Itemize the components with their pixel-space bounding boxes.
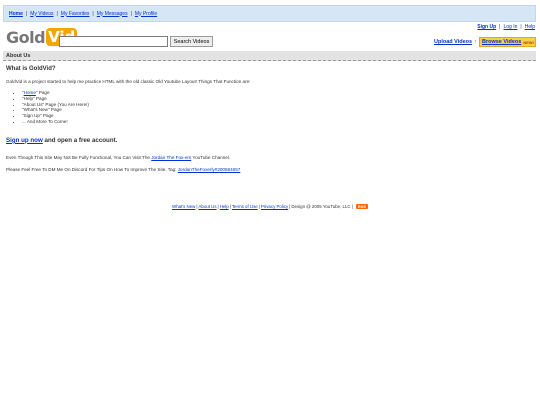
footer-help-link[interactable]: Help	[220, 204, 229, 209]
home-page-link[interactable]: Home	[24, 90, 36, 95]
top-nav-bar: Home | My Videos | My Favorites | My Mes…	[3, 5, 536, 22]
footer-separator: |	[229, 204, 231, 209]
browse-videos-button[interactable]: Browse Videos NEW!	[479, 37, 536, 47]
footer-separator: |	[196, 204, 198, 209]
footer-separator: |	[258, 204, 260, 209]
discord-text-before: Please Feel Free To DM Me On Discord For…	[6, 166, 178, 172]
footer-separator: |	[217, 204, 219, 209]
sign-up-link[interactable]: Sign Up	[477, 24, 496, 30]
upload-videos-link[interactable]: Upload Videos	[434, 39, 472, 45]
discord-tag-link[interactable]: JordanTheFoxerly#200584657	[178, 167, 241, 172]
channel-paragraph: Even Though This Site May Not Be Fully F…	[6, 155, 531, 160]
logo-text-gold: Gold	[6, 27, 46, 47]
nav-my-favorites-link[interactable]: My Favorites	[61, 11, 90, 17]
user-links-separator: |	[520, 24, 522, 30]
footer: What's New | About Us | Help | Terms of …	[0, 204, 540, 209]
channel-text-before: Even Though This Site May Not Be Fully F…	[6, 154, 152, 160]
nav-my-videos-link[interactable]: My Videos	[30, 11, 53, 17]
nav-home-link[interactable]: Home	[9, 11, 23, 17]
rss-icon[interactable]: RSS	[355, 204, 368, 209]
intro-text: GoldVid is a project started to help me …	[6, 79, 251, 84]
user-links-separator: |	[499, 24, 501, 30]
discord-paragraph: Please Feel Free To DM Me On Discord For…	[6, 167, 531, 172]
feature-list: "Home" Page "Help" Page "About Us" Page …	[22, 90, 531, 125]
footer-about-us-link[interactable]: About Us	[198, 204, 216, 209]
upload-arrow-icon: ↑	[474, 39, 477, 45]
search-input[interactable]	[59, 36, 168, 47]
nav-separator: |	[92, 10, 94, 17]
footer-whats-new-link[interactable]: What's New	[172, 204, 195, 209]
sign-up-now-link[interactable]: Sign up now	[6, 137, 43, 144]
footer-separator: |	[289, 204, 291, 209]
help-link[interactable]: Help	[525, 24, 535, 30]
user-links: Sign Up | Log In | Help	[477, 24, 535, 30]
browse-videos-label: Browse Videos	[482, 39, 522, 45]
channel-text-after: YouTube Channel.	[191, 154, 231, 160]
section-title: About Us	[6, 52, 31, 59]
nav-separator: |	[56, 10, 58, 17]
section-header: About Us	[3, 51, 536, 61]
list-item-rest: " Page	[35, 90, 50, 95]
new-badge: NEW!	[523, 39, 535, 45]
main-content: What is GoldVid? GoldVid is a project st…	[6, 66, 531, 172]
nav-my-profile-link[interactable]: My Profile	[135, 11, 157, 17]
footer-copyright: Design @ 2005 YouTube, LLC	[291, 204, 351, 209]
signup-rest-text: and open a free account.	[42, 136, 118, 144]
list-item: ... And More To Come!	[22, 119, 531, 125]
nav-separator: |	[130, 10, 132, 17]
signup-line: Sign up now and open a free account.	[6, 137, 531, 144]
page-heading: What is GoldVid?	[6, 66, 56, 72]
channel-link[interactable]: Jordan The Fox-ers	[151, 155, 191, 160]
nav-separator: |	[25, 10, 28, 17]
footer-separator: |	[351, 204, 353, 209]
search-videos-button[interactable]: Search Videos	[170, 36, 213, 47]
nav-my-messages-link[interactable]: My Messages	[97, 11, 128, 17]
footer-privacy-link[interactable]: Privacy Policy	[261, 204, 288, 209]
log-in-link[interactable]: Log In	[503, 24, 517, 30]
footer-terms-link[interactable]: Terms of Use	[232, 204, 258, 209]
